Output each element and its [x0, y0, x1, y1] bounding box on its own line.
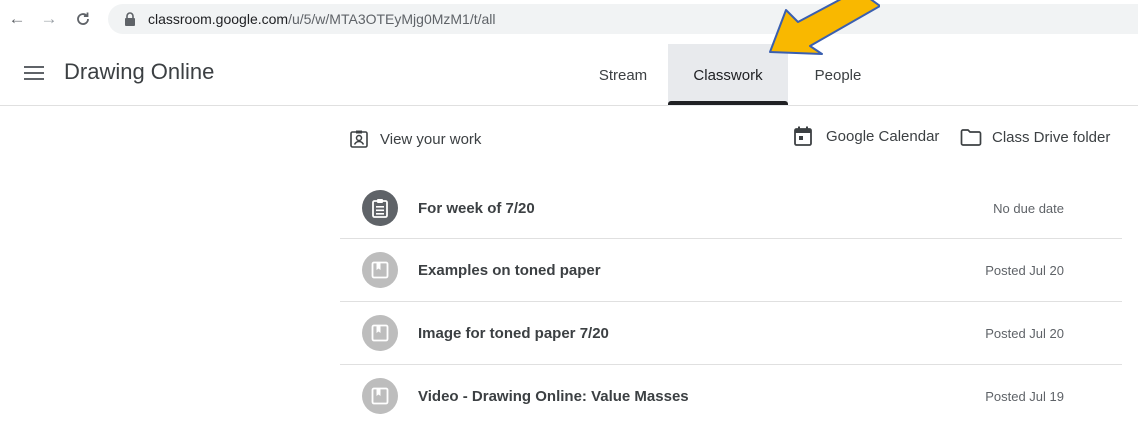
item-title: Examples on toned paper: [418, 261, 601, 279]
classwork-item[interactable]: For week of 7/20 No due date: [340, 177, 1122, 239]
arrow-left-icon[interactable]: ←: [6, 8, 28, 30]
material-icon: [362, 252, 398, 288]
assignment-icon: [362, 190, 398, 226]
classwork-item[interactable]: Video - Drawing Online: Value Masses Pos…: [340, 365, 1122, 424]
hamburger-menu-icon[interactable]: [24, 63, 44, 83]
folder-icon: [960, 128, 982, 146]
classwork-item[interactable]: Examples on toned paper Posted Jul 20: [340, 239, 1122, 301]
class-title[interactable]: Drawing Online: [64, 59, 214, 85]
item-posted-date: Posted Jul 19: [985, 388, 1064, 404]
material-icon: [362, 378, 398, 414]
item-posted-date: Posted Jul 20: [985, 262, 1064, 278]
material-icon: [362, 315, 398, 351]
arrow-right-icon[interactable]: →: [38, 8, 60, 30]
view-your-work-label: View your work: [380, 130, 482, 148]
google-calendar-label: Google Calendar: [826, 127, 940, 145]
lock-icon: [124, 12, 138, 26]
tab-stream[interactable]: Stream: [578, 44, 668, 106]
class-drive-folder-button[interactable]: Class Drive folder: [960, 128, 1110, 146]
calendar-icon: [794, 126, 812, 146]
item-title: Video - Drawing Online: Value Masses: [418, 387, 689, 405]
url-host: classroom.google.com: [148, 11, 289, 27]
browser-toolbar: ← → classroom.google.com/u/5/w/MTA3OTEyM…: [0, 0, 1138, 44]
arrow-annotation: [769, 0, 880, 55]
item-posted-date: Posted Jul 20: [985, 325, 1064, 341]
google-calendar-button[interactable]: Google Calendar: [794, 126, 939, 146]
item-due-date: No due date: [993, 200, 1064, 216]
app-header: Drawing Online Stream Classwork People: [0, 44, 1138, 106]
classwork-item[interactable]: Image for toned paper 7/20 Posted Jul 20: [340, 302, 1122, 364]
selected-tab-indicator: [668, 101, 788, 105]
item-title: For week of 7/20: [418, 199, 535, 217]
url-path: /u/5/w/MTA3OTEyMjg0MzM1/t/all: [288, 11, 496, 27]
item-title: Image for toned paper 7/20: [418, 324, 609, 342]
view-your-work-button[interactable]: View your work: [350, 130, 481, 148]
address-bar[interactable]: classroom.google.com/u/5/w/MTA3OTEyMjg0M…: [108, 4, 1138, 34]
person-clipboard-icon: [350, 130, 368, 148]
reload-icon[interactable]: [72, 8, 94, 30]
class-drive-folder-label: Class Drive folder: [992, 128, 1111, 146]
